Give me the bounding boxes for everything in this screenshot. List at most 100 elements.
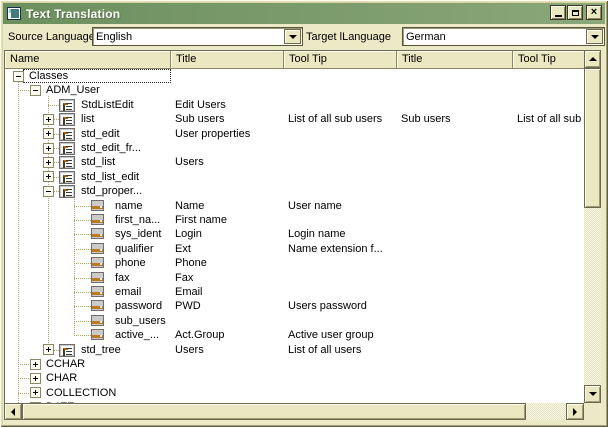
- tooltip-cell: Name extension f...: [288, 242, 395, 256]
- tree-guide-stub: [74, 263, 91, 264]
- tree-row-std_list[interactable]: std_listUsers: [5, 155, 585, 170]
- name-cell: sys_ident: [115, 227, 171, 241]
- collapse-toggle-icon[interactable]: [13, 71, 24, 82]
- target-language-label: Target lLanguage: [306, 31, 391, 43]
- title-cell: Users: [175, 155, 282, 169]
- tree-row-active_[interactable]: active_...Act.GroupActive user group: [5, 328, 585, 343]
- expand-toggle-icon[interactable]: [43, 143, 54, 154]
- tree-row-email[interactable]: emailEmail: [5, 285, 585, 300]
- name-cell: list: [81, 112, 171, 126]
- name-cell: active_...: [115, 328, 171, 342]
- target-language-select[interactable]: German: [402, 27, 605, 46]
- title-cell: Email: [175, 285, 282, 299]
- expand-toggle-icon[interactable]: [43, 171, 54, 182]
- tree-row-Classes[interactable]: Classes: [5, 69, 585, 84]
- field-icon: [91, 214, 104, 225]
- tree-row-std_edit_fr[interactable]: std_edit_fr...: [5, 141, 585, 156]
- form-icon: [59, 185, 75, 198]
- vertical-scroll-track[interactable]: [584, 208, 601, 385]
- tree-row-std_proper[interactable]: std_proper...: [5, 184, 585, 199]
- field-icon: [91, 257, 104, 268]
- maximize-button[interactable]: [567, 5, 583, 20]
- maximize-icon: [572, 10, 579, 16]
- tooltip-cell: List of all users: [288, 343, 395, 357]
- form-icon: [59, 142, 75, 155]
- name-cell: Classes: [29, 69, 171, 83]
- tree-row-first_na[interactable]: first_na...First name: [5, 213, 585, 228]
- tree-row-std_tree[interactable]: std_treeUsersList of all users: [5, 343, 585, 358]
- column-header-tool-tip-2[interactable]: Tool Tip: [284, 51, 397, 69]
- target-language-value: German: [403, 31, 586, 43]
- vertical-scroll-thumb[interactable]: [584, 68, 601, 208]
- horizontal-scroll-thumb[interactable]: [22, 403, 526, 420]
- source-language-select[interactable]: English: [92, 27, 303, 46]
- expand-toggle-icon[interactable]: [30, 359, 41, 370]
- collapse-toggle-icon[interactable]: [43, 186, 54, 197]
- expand-toggle-icon[interactable]: [43, 128, 54, 139]
- collapse-toggle-icon[interactable]: [30, 85, 41, 96]
- arrow-left-icon: [11, 408, 15, 416]
- column-header-name-0[interactable]: Name: [5, 51, 171, 69]
- tree-row-StdListEdit[interactable]: StdListEditEdit Users: [5, 98, 585, 113]
- tree-row-list[interactable]: listSub usersList of all sub usersSub us…: [5, 112, 585, 127]
- tree-row-COLLECTION[interactable]: COLLECTION: [5, 386, 585, 401]
- name-cell: ADM_User: [46, 83, 171, 97]
- field-icon: [91, 228, 104, 239]
- close-button[interactable]: ×: [586, 5, 602, 20]
- name-cell: std_list_edit: [81, 170, 171, 184]
- expand-toggle-icon[interactable]: [43, 114, 54, 125]
- vertical-scrollbar[interactable]: [584, 50, 601, 403]
- scroll-up-button[interactable]: [584, 50, 601, 68]
- title-cell: First name: [175, 213, 282, 227]
- tree-row-password[interactable]: passwordPWDUsers password: [5, 299, 585, 314]
- text-translation-window: Text Translation × Source Language Engli…: [0, 0, 608, 427]
- tree-guide-stub: [74, 306, 91, 307]
- source-language-dropdown-button[interactable]: [284, 29, 301, 44]
- field-icon: [91, 329, 104, 340]
- minimize-button[interactable]: [550, 5, 566, 20]
- field-icon: [91, 200, 104, 211]
- tree-guide-stub: [74, 220, 91, 221]
- field-icon: [91, 243, 104, 254]
- name-cell: std_edit_fr...: [81, 141, 171, 155]
- tree-guide-stub: [74, 335, 91, 336]
- tree-row-sys_ident[interactable]: sys_identLoginLogin name: [5, 227, 585, 242]
- title-bar[interactable]: Text Translation ×: [3, 3, 605, 24]
- tree-guide-stub: [74, 234, 91, 235]
- column-header-title-1[interactable]: Title: [171, 51, 284, 69]
- tree-body: ClassesADM_UserStdListEditEdit Userslist…: [5, 69, 585, 404]
- tree-row-sub_users[interactable]: sub_users: [5, 314, 585, 329]
- column-header-tool-tip-4[interactable]: Tool Tip: [513, 51, 585, 69]
- arrow-down-icon: [589, 392, 597, 396]
- expand-toggle-icon[interactable]: [30, 373, 41, 384]
- tree-row-fax[interactable]: faxFax: [5, 271, 585, 286]
- tree-row-qualifier[interactable]: qualifierExtName extension f...: [5, 242, 585, 257]
- target-language-dropdown-button[interactable]: [586, 29, 603, 44]
- expand-toggle-icon[interactable]: [30, 387, 41, 398]
- title-cell: Ext: [175, 242, 282, 256]
- expand-toggle-icon[interactable]: [43, 157, 54, 168]
- scroll-right-button[interactable]: [566, 403, 584, 420]
- scroll-down-button[interactable]: [584, 385, 601, 403]
- horizontal-scrollbar[interactable]: [4, 403, 584, 421]
- tree-row-ADM_User[interactable]: ADM_User: [5, 83, 585, 98]
- scroll-left-button[interactable]: [4, 403, 22, 420]
- title-cell: Login: [175, 227, 282, 241]
- field-icon: [91, 272, 104, 283]
- translation-grid: NameTitleTool TipTitleTool Tip ClassesAD…: [4, 50, 601, 403]
- tree-row-std_edit[interactable]: std_editUser properties: [5, 127, 585, 142]
- tree-row-name[interactable]: nameNameUser name: [5, 199, 585, 214]
- tooltip-cell: Users password: [288, 299, 395, 313]
- title-cell: User properties: [175, 127, 282, 141]
- horizontal-scroll-track[interactable]: [526, 403, 566, 420]
- tree-guide-stub: [18, 378, 30, 379]
- tree-row-CCHAR[interactable]: CCHAR: [5, 357, 585, 372]
- expand-toggle-icon[interactable]: [43, 344, 54, 355]
- chevron-down-icon: [591, 35, 599, 39]
- column-header-title-3[interactable]: Title: [397, 51, 513, 69]
- tree-row-CHAR[interactable]: CHAR: [5, 371, 585, 386]
- name-cell: CCHAR: [46, 357, 171, 371]
- name-cell: std_tree: [81, 343, 171, 357]
- tree-row-std_list_edit[interactable]: std_list_edit: [5, 170, 585, 185]
- tree-row-phone[interactable]: phonePhone: [5, 256, 585, 271]
